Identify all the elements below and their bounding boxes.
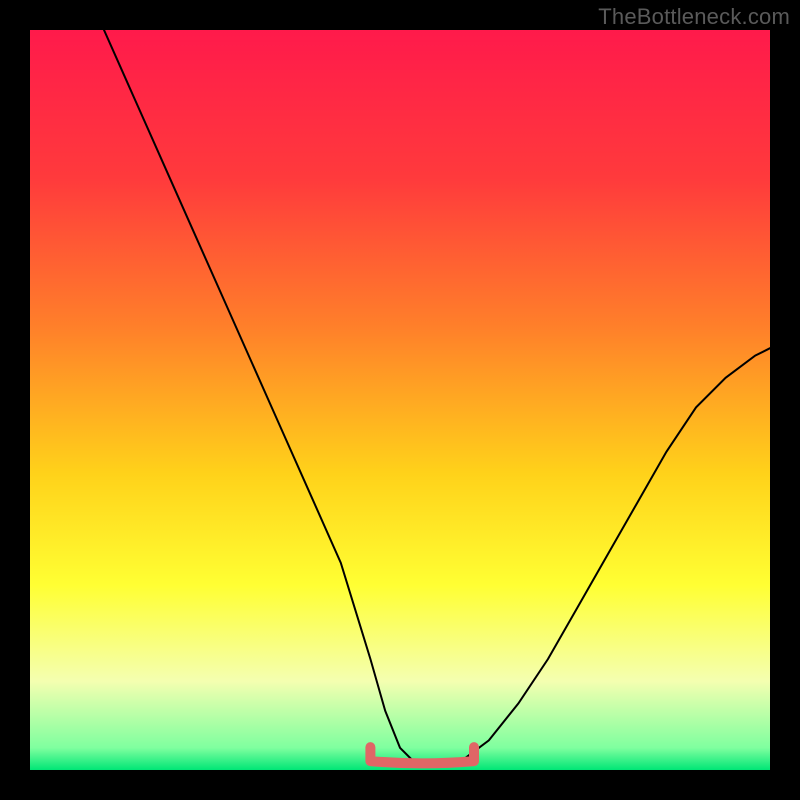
chart-background bbox=[30, 30, 770, 770]
chart-svg bbox=[30, 30, 770, 770]
bottleneck-chart bbox=[30, 30, 770, 770]
watermark-text: TheBottleneck.com bbox=[598, 4, 790, 30]
